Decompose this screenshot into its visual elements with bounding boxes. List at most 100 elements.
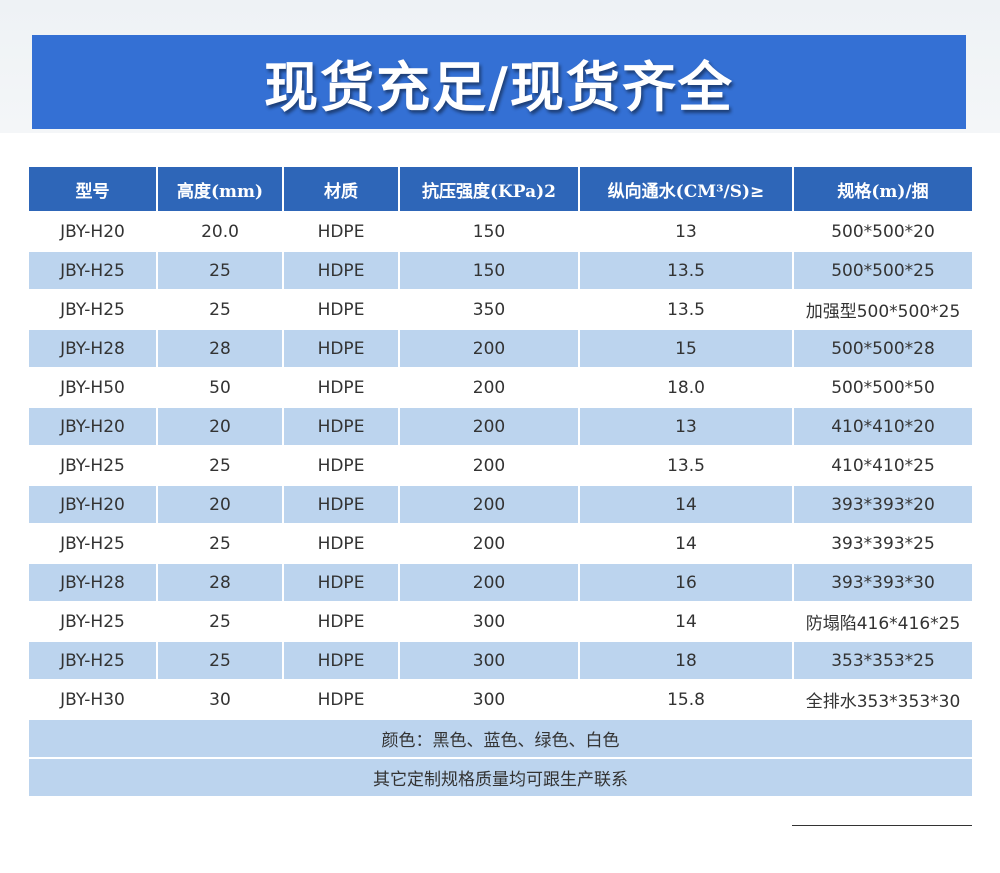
cell-spec: 410*410*25 (794, 447, 972, 484)
cell-model: JBY-H25 (29, 252, 156, 289)
cell-strength: 300 (400, 642, 578, 679)
cell-strength: 200 (400, 369, 578, 406)
cell-material: HDPE (284, 603, 398, 640)
title-banner: 现货充足/现货齐全 (32, 35, 966, 129)
cell-strength: 200 (400, 408, 578, 445)
header-model: 型号 (29, 167, 156, 211)
footer-custom-text: 其它定制规格质量均可跟生产联系 (29, 759, 972, 796)
cell-height: 25 (158, 447, 282, 484)
cell-drainage: 14 (580, 525, 792, 562)
table-row: JBY-H20 20.0 HDPE 150 13 500*500*20 (29, 213, 972, 250)
spec-table: 型号 高度(mm) 材质 抗压强度(KPa)2 纵向通水(CM³/S)≥ 规格(… (27, 165, 974, 798)
cell-model: JBY-H20 (29, 213, 156, 250)
table-row: JBY-H25 25 HDPE 300 18 353*353*25 (29, 642, 972, 679)
cell-model: JBY-H25 (29, 603, 156, 640)
cell-drainage: 13.5 (580, 291, 792, 328)
cell-model: JBY-H28 (29, 330, 156, 367)
cell-spec: 全排水353*353*30 (794, 681, 972, 718)
header-strength: 抗压强度(KPa)2 (400, 167, 578, 211)
cell-model: JBY-H25 (29, 291, 156, 328)
cell-height: 28 (158, 330, 282, 367)
cell-drainage: 15 (580, 330, 792, 367)
table-row: JBY-H25 25 HDPE 350 13.5 加强型500*500*25 (29, 291, 972, 328)
table-row: JBY-H25 25 HDPE 300 14 防塌陷416*416*25 (29, 603, 972, 640)
cell-material: HDPE (284, 564, 398, 601)
cell-spec: 410*410*20 (794, 408, 972, 445)
cell-strength: 200 (400, 447, 578, 484)
cell-material: HDPE (284, 525, 398, 562)
footer-row-colors: 颜色：黑色、蓝色、绿色、白色 (29, 720, 972, 757)
cell-drainage: 13 (580, 213, 792, 250)
cell-height: 50 (158, 369, 282, 406)
cell-material: HDPE (284, 681, 398, 718)
cell-strength: 150 (400, 213, 578, 250)
table-row: JBY-H28 28 HDPE 200 15 500*500*28 (29, 330, 972, 367)
cell-material: HDPE (284, 369, 398, 406)
cell-spec: 353*353*25 (794, 642, 972, 679)
table-row: JBY-H50 50 HDPE 200 18.0 500*500*50 (29, 369, 972, 406)
cell-strength: 200 (400, 486, 578, 523)
cell-height: 25 (158, 603, 282, 640)
cell-height: 25 (158, 291, 282, 328)
cell-drainage: 14 (580, 486, 792, 523)
cell-drainage: 18.0 (580, 369, 792, 406)
cell-spec: 500*500*50 (794, 369, 972, 406)
cell-drainage: 13.5 (580, 447, 792, 484)
divider-line (792, 825, 972, 826)
banner-title: 现货充足/现货齐全 (264, 55, 734, 119)
cell-height: 25 (158, 642, 282, 679)
table-row: JBY-H25 25 HDPE 150 13.5 500*500*25 (29, 252, 972, 289)
cell-model: JBY-H30 (29, 681, 156, 718)
cell-model: JBY-H20 (29, 408, 156, 445)
cell-strength: 200 (400, 564, 578, 601)
cell-drainage: 16 (580, 564, 792, 601)
table-row: JBY-H25 25 HDPE 200 13.5 410*410*25 (29, 447, 972, 484)
cell-model: JBY-H25 (29, 447, 156, 484)
cell-material: HDPE (284, 642, 398, 679)
cell-spec: 500*500*28 (794, 330, 972, 367)
cell-strength: 350 (400, 291, 578, 328)
table-row: JBY-H20 20 HDPE 200 14 393*393*20 (29, 486, 972, 523)
cell-spec: 防塌陷416*416*25 (794, 603, 972, 640)
cell-model: JBY-H50 (29, 369, 156, 406)
table-row: JBY-H28 28 HDPE 200 16 393*393*30 (29, 564, 972, 601)
header-drainage: 纵向通水(CM³/S)≥ (580, 167, 792, 211)
cell-model: JBY-H25 (29, 525, 156, 562)
cell-material: HDPE (284, 330, 398, 367)
cell-height: 25 (158, 252, 282, 289)
cell-material: HDPE (284, 213, 398, 250)
cell-material: HDPE (284, 486, 398, 523)
cell-height: 28 (158, 564, 282, 601)
cell-drainage: 15.8 (580, 681, 792, 718)
table-header-row: 型号 高度(mm) 材质 抗压强度(KPa)2 纵向通水(CM³/S)≥ 规格(… (29, 167, 972, 211)
cell-height: 30 (158, 681, 282, 718)
cell-height: 20.0 (158, 213, 282, 250)
cell-strength: 200 (400, 330, 578, 367)
table-row: JBY-H20 20 HDPE 200 13 410*410*20 (29, 408, 972, 445)
cell-model: JBY-H25 (29, 642, 156, 679)
header-spec: 规格(m)/捆 (794, 167, 972, 211)
table-row: JBY-H30 30 HDPE 300 15.8 全排水353*353*30 (29, 681, 972, 718)
cell-height: 25 (158, 525, 282, 562)
cell-material: HDPE (284, 408, 398, 445)
cell-material: HDPE (284, 252, 398, 289)
cell-drainage: 13 (580, 408, 792, 445)
cell-strength: 150 (400, 252, 578, 289)
cell-spec: 500*500*25 (794, 252, 972, 289)
cell-spec: 393*393*30 (794, 564, 972, 601)
footer-colors-text: 颜色：黑色、蓝色、绿色、白色 (29, 720, 972, 757)
cell-drainage: 13.5 (580, 252, 792, 289)
cell-spec: 393*393*20 (794, 486, 972, 523)
cell-height: 20 (158, 486, 282, 523)
cell-material: HDPE (284, 447, 398, 484)
cell-spec: 加强型500*500*25 (794, 291, 972, 328)
cell-drainage: 18 (580, 642, 792, 679)
cell-model: JBY-H20 (29, 486, 156, 523)
cell-spec: 500*500*20 (794, 213, 972, 250)
cell-drainage: 14 (580, 603, 792, 640)
cell-material: HDPE (284, 291, 398, 328)
header-height: 高度(mm) (158, 167, 282, 211)
footer-row-custom: 其它定制规格质量均可跟生产联系 (29, 759, 972, 796)
cell-strength: 300 (400, 681, 578, 718)
cell-model: JBY-H28 (29, 564, 156, 601)
